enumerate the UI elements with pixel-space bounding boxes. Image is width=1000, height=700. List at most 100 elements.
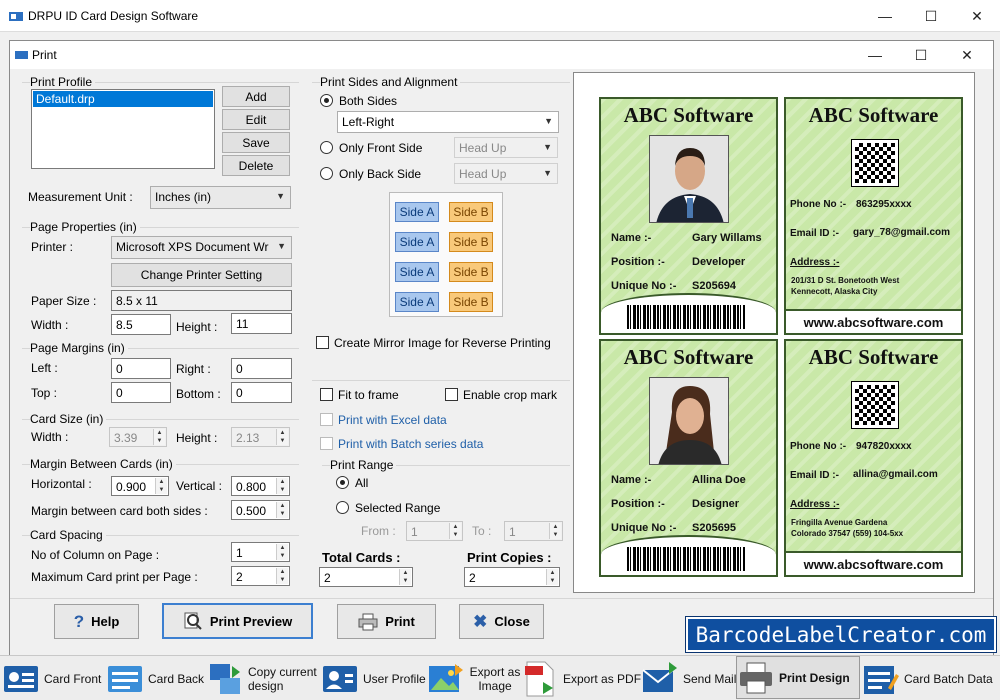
- both-sides-select[interactable]: Left-Right ▼: [337, 111, 559, 133]
- measurement-unit-select[interactable]: Inches (in) ▼: [150, 186, 291, 209]
- spin-icon[interactable]: ▲ ▼: [276, 568, 288, 584]
- toolbar-card-back[interactable]: Card Back: [106, 656, 204, 700]
- total-cards-input[interactable]: 2 ▲ ▼: [319, 567, 413, 587]
- page-width-input[interactable]: 8.5: [111, 314, 171, 335]
- card-position: Developer: [692, 256, 746, 268]
- top-margin-label: Top :: [31, 386, 58, 400]
- dialog-minimize-icon[interactable]: —: [852, 41, 898, 69]
- page-height-input[interactable]: 11: [231, 313, 292, 334]
- spin-icon[interactable]: ▲ ▼: [276, 544, 288, 560]
- excel-data-checkbox[interactable]: [320, 413, 333, 426]
- crop-mark-checkbox[interactable]: [445, 388, 458, 401]
- columns-input[interactable]: 1 ▲ ▼: [231, 542, 290, 562]
- qr-code-icon: [851, 139, 899, 187]
- spin-icon[interactable]: ▲ ▼: [399, 569, 411, 585]
- range-selected-label: Selected Range: [355, 501, 441, 515]
- side-a-box: Side A: [395, 292, 439, 312]
- id-card-front[interactable]: ABC Software Name :- Allina Doe Position…: [599, 339, 778, 577]
- card-email: gary_78@gmail.com: [853, 227, 951, 238]
- dialog-maximize-icon[interactable]: ☐: [898, 41, 944, 69]
- card-address-line2: Kennecott, Alaska City: [791, 287, 878, 296]
- range-all-radio[interactable]: [336, 476, 349, 489]
- toolbar-send-mail[interactable]: Send Mail: [641, 656, 736, 700]
- card-company: ABC Software: [808, 345, 939, 369]
- printer-select[interactable]: Microsoft XPS Document Wr ▼: [111, 236, 292, 259]
- top-margin-input[interactable]: 0: [111, 382, 171, 403]
- card-unique: S205694: [692, 280, 737, 292]
- dialog-close-icon[interactable]: ✕: [944, 41, 990, 69]
- spin-icon[interactable]: ▲ ▼: [276, 478, 288, 494]
- left-margin-input[interactable]: 0: [111, 358, 171, 379]
- range-selected-radio[interactable]: [336, 501, 349, 514]
- toolbar-copy-design[interactable]: Copy current design: [206, 656, 320, 700]
- help-button[interactable]: ? Help: [54, 604, 139, 639]
- print-button[interactable]: Print: [337, 604, 436, 639]
- barcode-area: [601, 293, 776, 333]
- chevron-down-icon: ▼: [543, 142, 552, 152]
- change-printer-button[interactable]: Change Printer Setting: [111, 263, 292, 287]
- batch-data-icon: [864, 665, 899, 694]
- bottom-margin-input[interactable]: 0: [231, 382, 292, 403]
- back-side-radio[interactable]: [320, 167, 333, 180]
- toolbar-user-profile[interactable]: User Profile: [321, 656, 426, 700]
- range-from-input: 1 ▲ ▼: [406, 521, 463, 541]
- mirror-image-checkbox[interactable]: [316, 336, 329, 349]
- close-button[interactable]: ✖ Close: [459, 604, 544, 639]
- id-card-back[interactable]: ABC Software Phone No :- 863295xxxx Emai…: [784, 97, 963, 335]
- right-margin-input[interactable]: 0: [231, 358, 292, 379]
- spin-icon[interactable]: ▲ ▼: [276, 502, 288, 518]
- profile-list[interactable]: Default.drp: [31, 89, 215, 169]
- card-spacing-label: Card Spacing: [30, 528, 106, 542]
- both-sides-radio[interactable]: [320, 94, 333, 107]
- print-preview-button[interactable]: Print Preview: [162, 603, 313, 639]
- side-layout-preview: Side A Side B Side A Side B Side A Side …: [389, 192, 503, 317]
- card-phone: 863295xxxx: [856, 199, 912, 210]
- horizontal-margin-input[interactable]: 0.900 ▲ ▼: [111, 476, 169, 496]
- height-label: Height :: [176, 320, 218, 334]
- bottom-margin-label: Bottom :: [176, 387, 221, 401]
- id-card-back[interactable]: ABC Software Phone No :- 947820xxxx Emai…: [784, 339, 963, 577]
- card-unique-label: Unique No :-: [611, 280, 677, 292]
- max-cards-input[interactable]: 2 ▲ ▼: [231, 566, 290, 586]
- chevron-down-icon: ▼: [543, 168, 552, 178]
- spin-icon[interactable]: ▲ ▼: [546, 569, 558, 585]
- vertical-label: Vertical :: [176, 479, 223, 493]
- bottom-toolbar: Card Front Card Back Copy current design…: [0, 655, 1000, 700]
- both-sides-margin-input[interactable]: 0.500 ▲ ▼: [231, 500, 290, 520]
- vertical-margin-input[interactable]: 0.800 ▲ ▼: [231, 476, 290, 496]
- website-strip: www.abcsoftware.com: [786, 551, 961, 575]
- card-company: ABC Software: [623, 103, 754, 127]
- batch-data-checkbox[interactable]: [320, 437, 333, 450]
- card-height-input: 2.13 ▲ ▼: [231, 427, 290, 447]
- save-profile-button[interactable]: Save: [222, 132, 290, 153]
- side-a-box: Side A: [395, 262, 439, 282]
- toolbar-export-image[interactable]: Export as Image: [427, 656, 521, 700]
- delete-profile-button[interactable]: Delete: [222, 155, 290, 176]
- card-email: allina@gmail.com: [853, 469, 938, 480]
- card-name-label: Name :-: [611, 232, 652, 244]
- print-copies-input[interactable]: 2 ▲ ▼: [464, 567, 560, 587]
- spin-icon[interactable]: ▲ ▼: [155, 478, 167, 494]
- toolbar-card-front[interactable]: Card Front: [2, 656, 101, 700]
- dialog-logo-icon: [15, 51, 28, 59]
- fit-to-frame-checkbox[interactable]: [320, 388, 333, 401]
- maximize-icon[interactable]: ☐: [908, 0, 954, 32]
- profile-list-item[interactable]: Default.drp: [33, 91, 213, 107]
- employee-photo: [649, 135, 729, 223]
- close-icon[interactable]: ✕: [954, 0, 1000, 32]
- range-to-input: 1 ▲ ▼: [504, 521, 563, 541]
- toolbar-export-pdf[interactable]: Export as PDF: [521, 656, 641, 700]
- toolbar-card-batch[interactable]: Card Batch Data: [862, 656, 993, 700]
- dialog-title: Print: [32, 48, 57, 62]
- id-card-front[interactable]: ABC Software Name :- Gary Willams Positi…: [599, 97, 778, 335]
- total-cards-label: Total Cards :: [322, 550, 401, 565]
- minimize-icon[interactable]: —: [862, 0, 908, 32]
- chevron-down-icon: ▼: [544, 116, 553, 126]
- width-label: Width :: [31, 318, 69, 332]
- left-margin-label: Left :: [31, 361, 58, 375]
- add-profile-button[interactable]: Add: [222, 86, 290, 107]
- options-divider: [312, 380, 570, 381]
- toolbar-print-design[interactable]: Print Design: [736, 656, 860, 699]
- edit-profile-button[interactable]: Edit: [222, 109, 290, 130]
- front-side-radio[interactable]: [320, 141, 333, 154]
